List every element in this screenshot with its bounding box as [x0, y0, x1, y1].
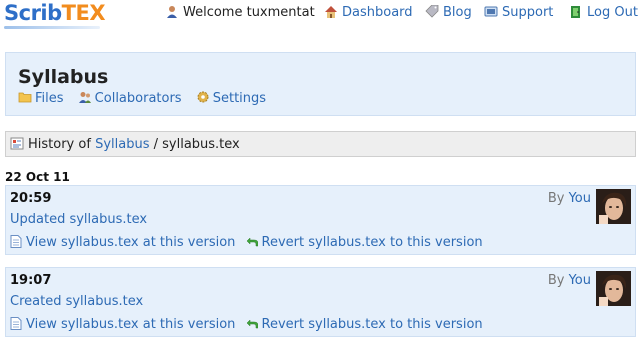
history-icon — [10, 137, 24, 150]
support-icon — [484, 5, 498, 18]
tab-files[interactable]: Files — [18, 91, 68, 106]
tag-icon — [425, 4, 439, 18]
nav-dashboard[interactable]: Dashboard — [324, 5, 413, 20]
view-version-link[interactable]: View syllabus.tex at this version — [10, 235, 240, 250]
gear-icon — [196, 91, 210, 103]
revert-arrow-icon — [246, 317, 258, 330]
entry-author: By You — [547, 191, 591, 206]
folder-icon — [18, 91, 32, 103]
entry-time: 19:07 — [10, 273, 52, 288]
project-title: Syllabus — [18, 66, 109, 88]
author-link[interactable]: You — [569, 191, 591, 206]
breadcrumb-file: syllabus.tex — [162, 137, 240, 152]
project-tabs: Files Collaborators Settings — [18, 91, 276, 106]
history-date: 22 Oct 11 — [5, 170, 70, 184]
breadcrumb: History of Syllabus / syllabus.tex — [5, 131, 636, 157]
top-bar: ScribTEX Welcome tuxmentat Dashboard Blo… — [0, 0, 640, 30]
document-icon — [10, 317, 22, 330]
door-exit-icon — [569, 5, 583, 18]
tab-collaborators[interactable]: Collaborators — [78, 91, 186, 106]
welcome-text: Welcome tuxmentat — [183, 5, 315, 20]
avatar[interactable] — [596, 271, 631, 306]
entry-actions: View syllabus.tex at this version Revert… — [10, 235, 483, 250]
user-icon — [165, 5, 179, 18]
history-entry: 20:59 Updated syllabus.tex View syllabus… — [5, 185, 636, 255]
author-link[interactable]: You — [569, 273, 591, 288]
nav-support[interactable]: Support — [484, 5, 553, 20]
entry-message-link[interactable]: Updated syllabus.tex — [10, 212, 147, 227]
project-panel: Syllabus Files Collaborators Settings — [5, 52, 636, 116]
history-entry: 19:07 Created syllabus.tex View syllabus… — [5, 267, 636, 337]
home-icon — [324, 5, 338, 18]
scribtex-logo[interactable]: ScribTEX — [4, 1, 106, 29]
users-icon — [78, 91, 92, 103]
avatar[interactable] — [596, 189, 631, 224]
breadcrumb-prefix: History of — [28, 137, 91, 152]
welcome-message: Welcome tuxmentat — [165, 5, 315, 20]
entry-message-link[interactable]: Created syllabus.tex — [10, 294, 143, 309]
nav-blog[interactable]: Blog — [425, 4, 472, 20]
revert-version-link[interactable]: Revert syllabus.tex to this version — [246, 235, 483, 250]
nav-logout[interactable]: Log Out — [569, 5, 638, 20]
view-version-link[interactable]: View syllabus.tex at this version — [10, 317, 240, 332]
revert-arrow-icon — [246, 235, 258, 248]
breadcrumb-project-link[interactable]: Syllabus — [95, 137, 149, 152]
entry-author: By You — [547, 273, 591, 288]
revert-version-link[interactable]: Revert syllabus.tex to this version — [246, 317, 483, 332]
breadcrumb-separator: / — [149, 137, 163, 152]
entry-actions: View syllabus.tex at this version Revert… — [10, 317, 483, 332]
tab-settings[interactable]: Settings — [196, 91, 266, 106]
entry-time: 20:59 — [10, 191, 52, 206]
document-icon — [10, 235, 22, 248]
